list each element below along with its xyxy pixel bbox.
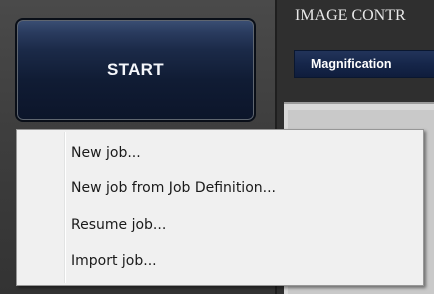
menu-item-label: Import job... [71,253,157,269]
image-control-title: IMAGE CONTR [295,7,406,24]
menu-item-label: New job... [71,145,141,161]
menu-item-resume-job[interactable]: Resume job... [19,209,421,241]
start-button-label: START [107,60,164,79]
menu-item-label: New job from Job Definition... [71,180,276,196]
magnification-tab-label: Magnification [311,57,392,71]
start-context-menu: New job... New job from Job Definition..… [16,129,424,286]
menu-item-new-job-from-definition[interactable]: New job from Job Definition... [19,172,421,204]
start-button[interactable]: START [15,18,256,122]
menu-item-new-job[interactable]: New job... [19,137,421,169]
menu-item-import-job[interactable]: Import job... [19,245,421,277]
magnification-tab[interactable]: Magnification [294,50,434,78]
menu-item-label: Resume job... [71,217,167,233]
application-window: START IMAGE CONTR Magnification New job.… [0,0,434,294]
